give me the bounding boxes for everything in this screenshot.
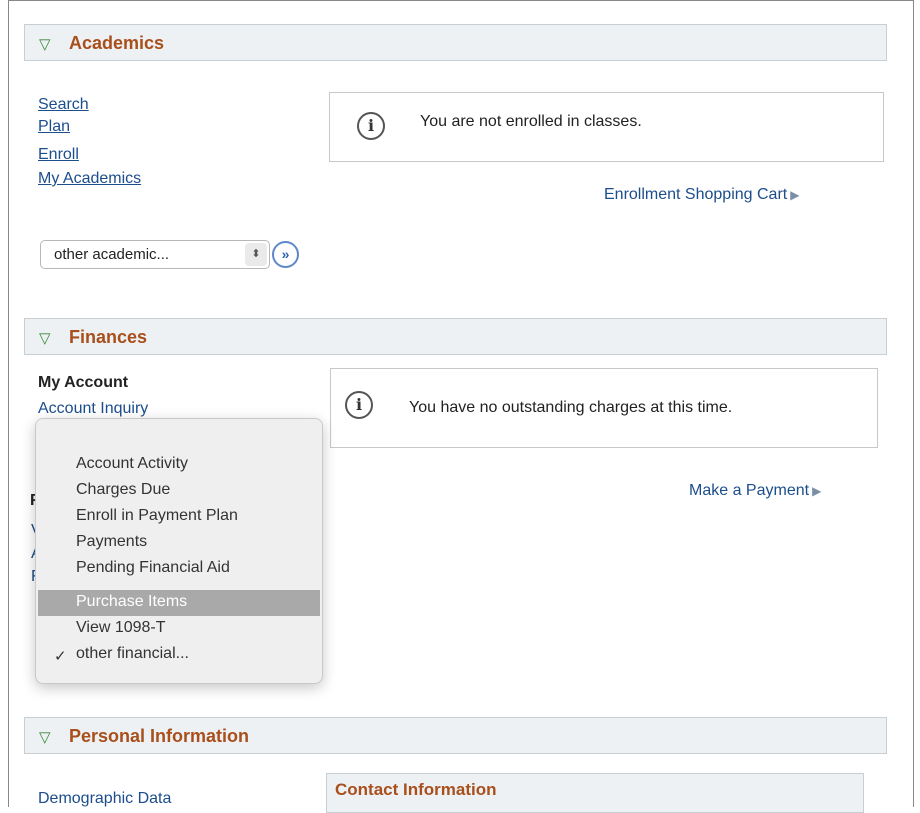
contact-information-title: Contact Information: [335, 780, 497, 799]
menu-item-view-1098t[interactable]: View 1098-T: [76, 619, 166, 637]
make-a-payment-link[interactable]: Make a Payment ▶: [689, 482, 821, 500]
enrollment-shopping-cart-link[interactable]: Enrollment Shopping Cart ▶: [604, 186, 799, 204]
payment-link-label: Make a Payment: [689, 482, 810, 499]
checkmark-icon: ✓: [54, 648, 67, 665]
academics-title: Academics: [69, 33, 165, 53]
menu-item-charges-due[interactable]: Charges Due: [76, 481, 170, 499]
plan-link[interactable]: Plan: [38, 118, 70, 136]
search-link[interactable]: Search: [38, 96, 89, 114]
contact-information-box: Contact Information: [326, 773, 864, 813]
select-value: other academic...: [54, 246, 170, 263]
collapse-triangle-icon[interactable]: ▽: [39, 329, 51, 347]
finances-message: You have no outstanding charges at this …: [409, 399, 733, 416]
collapse-triangle-icon[interactable]: ▽: [39, 728, 51, 746]
finances-message-box: i You have no outstanding charges at thi…: [330, 368, 878, 448]
stepper-icon: ⬍: [245, 243, 267, 266]
my-account-label: My Account: [38, 374, 129, 391]
play-arrow-icon: ▶: [812, 484, 822, 498]
finances-title: Finances: [69, 327, 148, 347]
my-academics-link[interactable]: My Academics: [38, 170, 141, 188]
finances-section-header[interactable]: ▽ Finances: [24, 318, 887, 355]
cart-link-label: Enrollment Shopping Cart: [604, 186, 788, 203]
academics-section-header[interactable]: ▽ Academics: [24, 24, 887, 61]
demographic-data-link[interactable]: Demographic Data: [38, 790, 171, 808]
other-academic-select[interactable]: other academic... ⬍: [40, 240, 270, 269]
menu-item-enroll-payment-plan[interactable]: Enroll in Payment Plan: [76, 507, 238, 525]
play-arrow-icon: ▶: [790, 188, 800, 202]
account-inquiry-link[interactable]: Account Inquiry: [38, 400, 148, 418]
menu-item-purchase-items[interactable]: Purchase Items: [76, 593, 187, 611]
other-financial-dropdown-menu[interactable]: Account Activity Charges Due Enroll in P…: [35, 418, 323, 684]
enroll-link[interactable]: Enroll: [38, 146, 79, 164]
academics-message-box: i You are not enrolled in classes.: [329, 92, 884, 162]
academics-go-button[interactable]: »: [272, 241, 299, 268]
menu-item-other-financial[interactable]: other financial...: [76, 645, 189, 663]
menu-item-pending-financial-aid[interactable]: Pending Financial Aid: [76, 559, 230, 577]
academics-message: You are not enrolled in classes.: [420, 113, 642, 130]
collapse-triangle-icon[interactable]: ▽: [39, 35, 51, 53]
menu-item-account-activity[interactable]: Account Activity: [76, 455, 188, 473]
info-icon: i: [345, 391, 373, 419]
menu-item-payments[interactable]: Payments: [76, 533, 147, 551]
personal-information-section-header[interactable]: ▽ Personal Information: [24, 717, 887, 754]
info-icon: i: [357, 112, 385, 140]
personal-information-title: Personal Information: [69, 726, 250, 746]
